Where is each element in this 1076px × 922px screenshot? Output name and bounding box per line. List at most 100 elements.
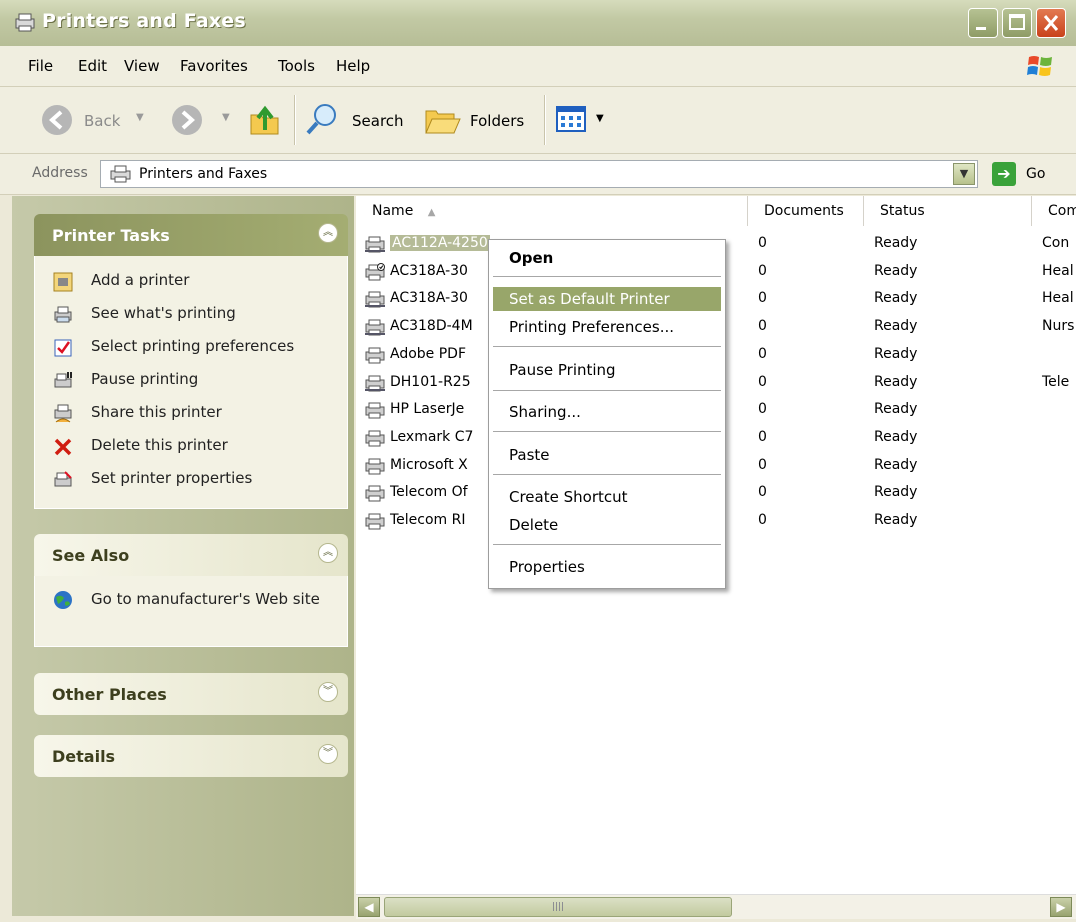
menu-create-shortcut[interactable]: Create Shortcut [493,485,721,509]
printer-name: Lexmark C7 [390,428,474,445]
scroll-right-icon[interactable]: ▶ [1050,897,1072,917]
printer-status: Ready [874,484,918,501]
printer-name: Adobe PDF [390,345,467,362]
column-header-name[interactable]: Name ▲ [356,196,748,226]
search-label: Search [352,112,404,130]
printer-documents: 0 [758,456,767,473]
forward-arrow-icon [172,105,202,135]
printer-tasks-body: Add a printer See what's printing Select… [34,256,348,509]
go-button[interactable]: Go [1026,166,1045,182]
menu-separator [493,431,721,432]
back-arrow-icon [42,105,72,135]
address-bar: Address Printers and Faxes ▼ ➔ Go [0,154,1076,195]
printer-status: Ready [874,262,918,279]
printer-icon [365,430,385,447]
menu-separator [493,346,721,347]
close-icon [1043,15,1059,31]
printer-queue-icon [54,306,72,323]
menu-properties[interactable]: Properties [493,555,721,579]
maximize-button[interactable] [1002,8,1032,38]
printer-status: Ready [874,345,918,362]
printer-properties-icon [54,471,72,487]
printer-tasks-header[interactable]: Printer Tasks ︽ [34,214,348,256]
back-button[interactable]: Back ▼ [40,101,158,139]
search-button[interactable]: Search [304,101,408,139]
context-menu: Open Set as Default Printer Printing Pre… [488,239,726,589]
forward-button[interactable]: ▼ [170,101,240,139]
printer-name: Telecom RI [390,512,466,528]
printer-name: AC318A-30 [390,262,468,279]
collapse-chevron-icon[interactable]: ︽ [318,223,338,243]
address-dropdown-button[interactable]: ▼ [953,163,975,185]
menu-paste[interactable]: Paste [493,443,721,467]
menu-edit[interactable]: Edit [78,57,107,75]
address-field[interactable]: Printers and Faxes ▼ [100,160,978,188]
printer-documents: 0 [758,401,767,418]
expand-chevron-icon[interactable]: ︾ [318,682,338,702]
see-also-panel: See Also ︽ Go to manufacturer's Web site [34,534,348,647]
menu-tools[interactable]: Tools [278,57,315,75]
column-header-comments[interactable]: Com [1032,196,1076,226]
scroll-left-icon[interactable]: ◀ [358,897,380,917]
printer-status: Ready [874,290,918,307]
collapse-chevron-icon[interactable]: ︽ [318,543,338,563]
details-header[interactable]: Details ︾ [34,735,348,777]
go-arrow-icon[interactable]: ➔ [992,162,1016,186]
printer-name: Telecom Of [390,484,468,501]
menu-set-default-printer[interactable]: Set as Default Printer [493,287,721,311]
printer-icon [365,319,385,336]
column-header-status[interactable]: Status [864,196,1032,226]
address-value: Printers and Faxes [139,166,268,182]
see-also-title: See Also [52,546,130,565]
window-title: Printers and Faxes [42,10,246,32]
explorer-window: Printers and Faxes File Edit View Favori… [0,0,1076,922]
printer-name: AC112A-4250 [390,235,490,251]
printer-status: Ready [874,373,918,390]
folders-label: Folders [470,112,525,130]
printer-status: Ready [874,428,918,445]
printer-icon [365,262,385,281]
minimize-button[interactable] [968,8,998,38]
menu-sharing[interactable]: Sharing... [493,400,721,424]
chevron-down-icon: ▼ [222,112,230,123]
horizontal-scrollbar[interactable]: ◀ |||| ▶ [356,894,1076,919]
printer-tasks-panel: Printer Tasks ︽ Add a printer See what's… [34,214,348,509]
maximize-icon [1009,14,1025,30]
menu-favorites[interactable]: Favorites [180,57,248,75]
toolbar-separator [544,95,546,145]
menu-bar: File Edit View Favorites Tools Help [0,46,1076,87]
menu-delete[interactable]: Delete [493,513,721,537]
printer-icon [365,347,385,364]
printer-comment: Tele [1042,373,1070,390]
views-button[interactable]: ▼ [556,105,610,135]
other-places-header[interactable]: Other Places ︾ [34,673,348,715]
printer-name: AC318A-30 [390,290,468,307]
printer-name: HP LaserJe [390,401,465,418]
menu-file[interactable]: File [28,57,53,75]
minimize-icon [976,27,986,30]
title-bar[interactable]: Printers and Faxes [0,0,1076,46]
close-button[interactable] [1036,8,1066,38]
printer-comment: Con [1042,235,1070,251]
windows-logo-icon [1027,56,1052,76]
chevron-down-icon: ▼ [136,112,144,123]
see-also-header[interactable]: See Also ︽ [34,534,348,576]
menu-printing-preferences[interactable]: Printing Preferences... [493,315,721,339]
search-icon [306,104,336,135]
menu-help[interactable]: Help [336,57,370,75]
menu-view[interactable]: View [124,57,160,75]
printer-documents: 0 [758,345,767,362]
menu-open[interactable]: Open [493,246,721,270]
printer-documents: 0 [758,512,767,528]
up-folder-icon[interactable] [248,103,282,137]
standard-toolbar: Back ▼ ▼ Search Folders ▼ [0,87,1076,154]
printer-tasks-title: Printer Tasks [52,226,170,245]
expand-chevron-icon[interactable]: ︾ [318,744,338,764]
printer-icon [365,291,385,308]
folders-button[interactable]: Folders [424,101,534,139]
scrollbar-thumb[interactable]: |||| [384,897,732,917]
printer-icon [365,458,385,475]
column-header-documents[interactable]: Documents [748,196,864,226]
menu-pause-printing[interactable]: Pause Printing [493,358,721,382]
printer-status: Ready [874,318,918,335]
